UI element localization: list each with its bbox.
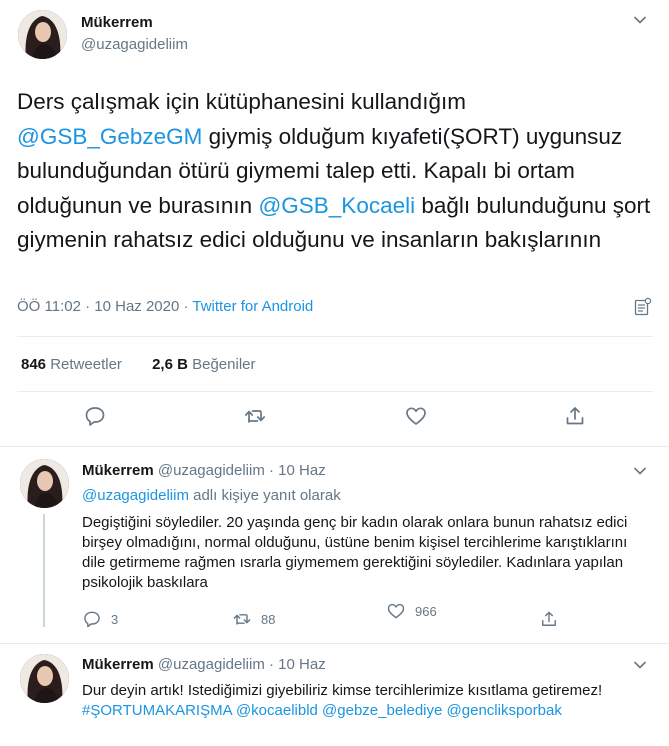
avatar-photo-icon [20, 654, 69, 703]
mention-link[interactable]: @genclikspor­bak [447, 702, 562, 719]
avatar-photo-icon [20, 459, 69, 508]
separator-dot: · [264, 462, 279, 479]
mention-link[interactable]: @GSB_Kocaeli [258, 193, 415, 218]
retweet-icon[interactable] [243, 404, 267, 428]
author-name[interactable]: Mükerrem [82, 462, 154, 479]
reply-date[interactable]: 10 Haz [278, 462, 326, 479]
engagement-stats: 846 Retweetler 2,6 B Beğeniler [21, 356, 282, 373]
avatar-photo-icon [18, 10, 67, 59]
reply-text: Dur deyin artık! Istediğimizi giyebiliri… [82, 681, 652, 721]
share-icon[interactable] [563, 404, 587, 428]
tweet-actions [0, 400, 669, 432]
tweet-text-part: Ders çalışmak için kütüphanesini kulland… [17, 89, 466, 114]
hashtag-link[interactable]: #ŞORTUMAKARIŞMA [82, 702, 232, 719]
separator-dot: · [264, 656, 279, 673]
tweet-text: Ders çalışmak için kütüphanesini kulland… [17, 85, 657, 258]
like-action[interactable]: 966 [386, 601, 437, 621]
mention-link[interactable]: @GSB_GebzeGM [17, 124, 202, 149]
thread-line [43, 514, 45, 627]
chevron-down-icon[interactable] [633, 464, 647, 478]
mention-link[interactable]: @gebze_belediye [322, 702, 442, 719]
share-action[interactable] [539, 609, 568, 629]
author-handle[interactable]: @uzagagideliim [158, 462, 265, 479]
tweet-source-link[interactable]: Twitter for Android [192, 298, 313, 315]
author-name[interactable]: Mükerrem [81, 14, 153, 31]
author-name[interactable]: Mükerrem [82, 656, 154, 673]
reply-header: Mükerrem @uzagagideliim · 10 Haz [82, 462, 326, 479]
like-icon[interactable] [404, 404, 428, 428]
retweet-label[interactable]: Retweetler [50, 356, 122, 373]
reply-text-part: Dur deyin artık! Istediğimizi giyebiliri… [82, 682, 603, 699]
reply-icon[interactable] [82, 609, 102, 629]
reply-text: Degiştiğini söylediler. 20 yaşında genç … [82, 514, 628, 591]
tweet-timestamp[interactable]: ÖÖ 11:02 · 10 Haz 2020 · [17, 298, 192, 315]
author-handle[interactable]: @uzagagideliim [158, 656, 265, 673]
mention-link[interactable]: @kocaelibld [236, 702, 318, 719]
divider [17, 391, 653, 392]
retweet-action[interactable]: 88 [232, 609, 275, 629]
chevron-down-icon[interactable] [633, 13, 647, 27]
reply-action[interactable]: 3 [82, 609, 118, 629]
retweet-count: 88 [261, 611, 276, 627]
reply-date[interactable]: 10 Haz [278, 656, 326, 673]
divider [17, 336, 653, 337]
tweet-meta: ÖÖ 11:02 · 10 Haz 2020 · Twitter for And… [17, 298, 313, 315]
reply-tweet[interactable]: Mükerrem @uzagagideliim · 10 Haz Dur dey… [0, 644, 669, 746]
avatar[interactable] [20, 654, 69, 703]
share-icon[interactable] [539, 609, 559, 629]
main-tweet: Mükerrem @uzagagideliim Ders çalışmak iç… [0, 0, 669, 446]
chevron-down-icon[interactable] [633, 658, 647, 672]
reply-to-mention[interactable]: @uzagagideliim [82, 487, 189, 504]
reply-icon[interactable] [83, 404, 107, 428]
avatar[interactable] [18, 10, 67, 59]
retweet-count[interactable]: 846 [21, 356, 46, 373]
like-count: 966 [415, 603, 437, 619]
author-handle[interactable]: @uzagagideliim [81, 36, 188, 53]
analytics-icon[interactable] [633, 297, 653, 317]
like-icon[interactable] [386, 601, 406, 621]
reply-to-label: adlı kişiye yanıt olarak [188, 487, 341, 504]
reply-actions: 3 88 966 [82, 604, 642, 631]
retweet-icon[interactable] [232, 609, 252, 629]
reply-tweet[interactable]: Mükerrem @uzagagideliim · 10 Haz @uzagag… [0, 447, 669, 637]
avatar[interactable] [20, 459, 69, 508]
reply-header: Mükerrem @uzagagideliim · 10 Haz [82, 656, 326, 673]
reply-to-line: @uzagagideliim adlı kişiye yanıt olarak [82, 487, 341, 504]
reply-count: 3 [111, 611, 119, 627]
like-label[interactable]: Beğeniler [192, 356, 255, 373]
like-count[interactable]: 2,6 B [152, 356, 188, 373]
